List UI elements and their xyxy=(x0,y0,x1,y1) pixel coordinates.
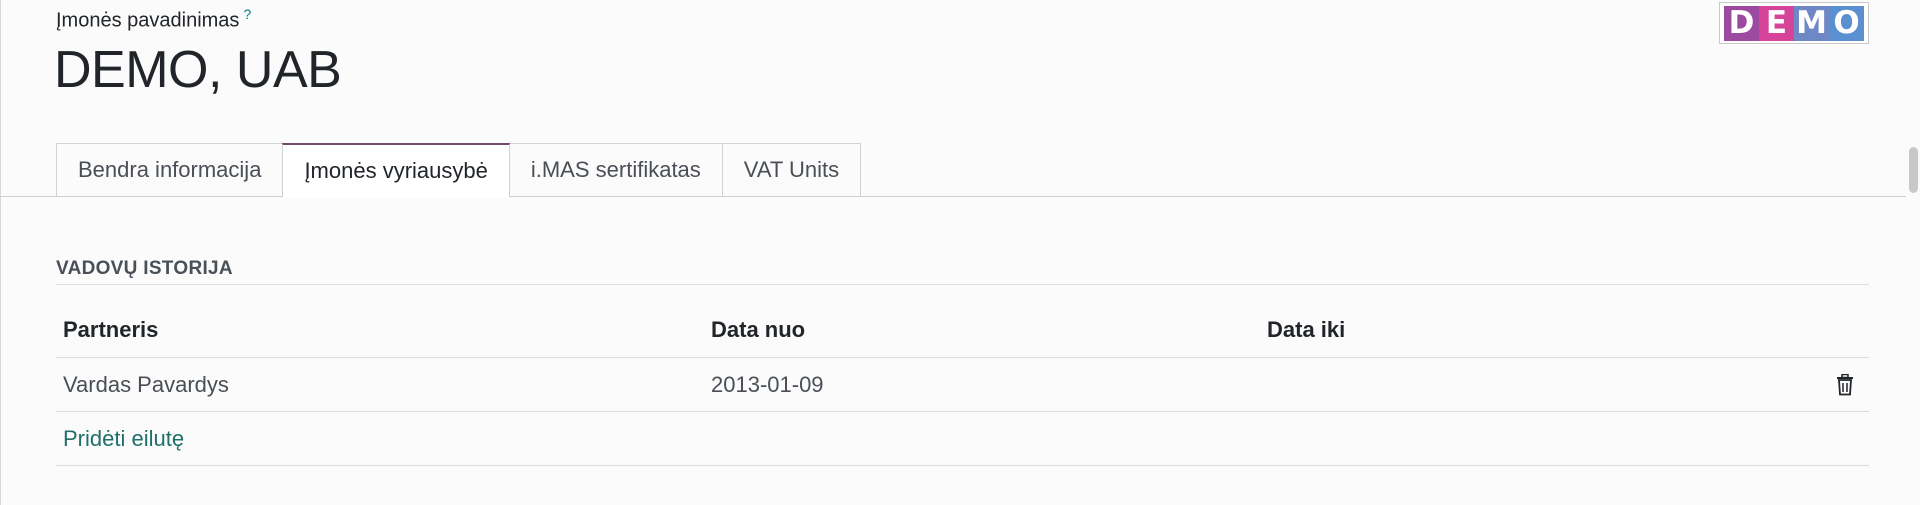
section-divider xyxy=(56,284,1869,285)
company-logo[interactable]: D E M O xyxy=(1719,2,1869,44)
add-line-row: Pridėti eilutę xyxy=(56,412,1869,466)
logo-letter-d: D xyxy=(1724,5,1759,41)
logo-letter-e: E xyxy=(1759,5,1794,41)
notebook-tabs: Bendra informacija Įmonės vyriausybė i.M… xyxy=(56,143,862,197)
form-view: Įmonės pavadinimas? DEMO, UAB D E M O Be… xyxy=(0,0,1920,505)
logo-letter-o: O xyxy=(1829,5,1864,41)
company-name-label: Įmonės pavadinimas xyxy=(56,9,240,32)
tab-bendra-informacija[interactable]: Bendra informacija xyxy=(56,143,284,196)
help-tooltip-icon[interactable]: ? xyxy=(243,6,251,22)
cell-date-from[interactable]: 2013-01-09 xyxy=(711,358,824,411)
delete-row-button[interactable] xyxy=(1835,358,1855,411)
managers-history-table: Partneris Data nuo Data iki Vardas Pavar… xyxy=(56,302,1869,466)
section-title: VADOVŲ ISTORIJA xyxy=(56,258,233,279)
company-name-label-wrap: Įmonės pavadinimas? xyxy=(56,6,251,33)
tab-vat-units[interactable]: VAT Units xyxy=(721,143,862,196)
vertical-scrollbar[interactable] xyxy=(1906,0,1920,505)
scrollbar-thumb[interactable] xyxy=(1909,147,1918,193)
company-name-field[interactable]: DEMO, UAB xyxy=(54,38,342,102)
trash-icon xyxy=(1837,373,1853,395)
add-line-link[interactable]: Pridėti eilutę xyxy=(63,412,184,465)
column-header-date-from[interactable]: Data nuo xyxy=(711,302,805,357)
cell-partner[interactable]: Vardas Pavardys xyxy=(63,358,229,411)
tab-imas-sertifikatas[interactable]: i.MAS sertifikatas xyxy=(508,143,723,196)
column-header-partner[interactable]: Partneris xyxy=(63,302,158,357)
tab-imones-vyriausybe[interactable]: Įmonės vyriausybė xyxy=(282,143,510,197)
column-header-date-to[interactable]: Data iki xyxy=(1267,302,1345,357)
logo-letter-m: M xyxy=(1794,5,1829,41)
table-header-row: Partneris Data nuo Data iki xyxy=(56,302,1869,358)
table-row[interactable]: Vardas Pavardys 2013-01-09 xyxy=(56,358,1869,412)
